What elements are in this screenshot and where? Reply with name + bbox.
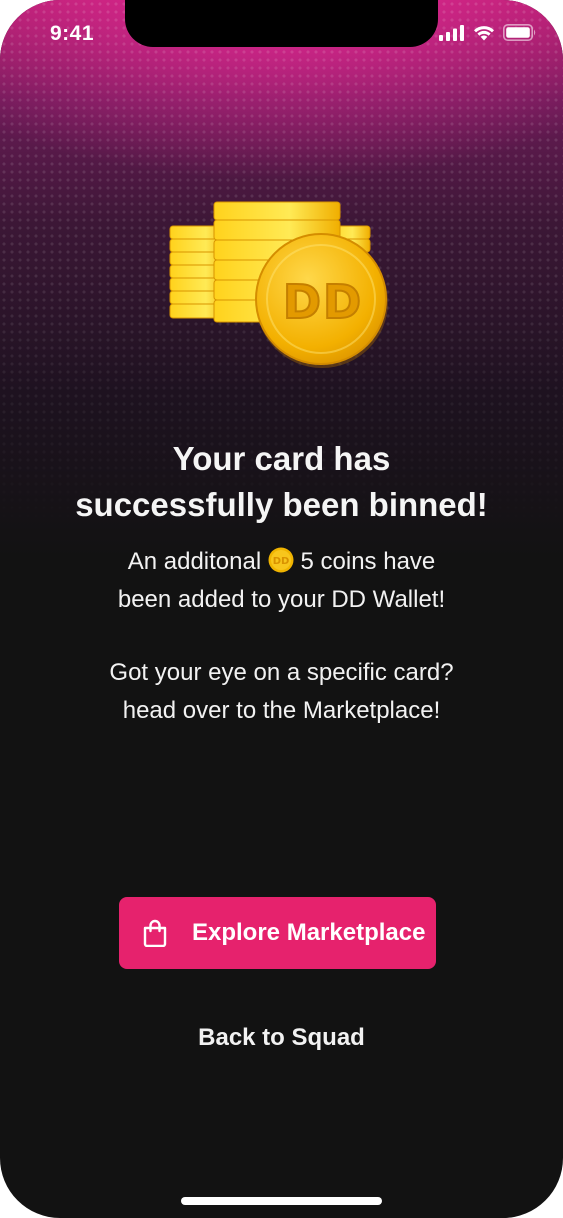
marketplace-message-line-1: Got your eye on a specific card? (109, 659, 454, 686)
wifi-icon (474, 26, 494, 41)
status-time: 9:41 (50, 22, 95, 45)
coins-message-line-1: An additonal DD 5 coins have (30, 543, 533, 581)
coin-label: DD (283, 275, 363, 329)
device-notch (125, 0, 438, 47)
cellular-signal-icon (439, 24, 464, 41)
coins-message-suffix: 5 coins have (300, 548, 436, 575)
explore-marketplace-label: Explore Marketplace (192, 919, 426, 946)
status-icons (439, 24, 537, 41)
marketplace-message: Got your eye on a specific card? head ov… (30, 654, 533, 730)
shopping-bag-icon (143, 919, 167, 947)
coins-message-line-2: been added to your DD Wallet! (117, 586, 446, 613)
page-title: Your card has successfully been binned! (20, 436, 543, 528)
coins-message: An additonal DD 5 coins have been added … (30, 543, 533, 619)
coins-message-prefix: An additonal (127, 548, 262, 575)
svg-text:DD: DD (273, 556, 290, 567)
dd-coin-icon: DD (268, 547, 294, 573)
battery-icon (503, 24, 536, 41)
back-to-squad-link[interactable]: Back to Squad (0, 1024, 563, 1052)
marketplace-message-line-2: head over to the Marketplace! (122, 697, 441, 724)
phone-screen: 9:41 DD Your card has successfully been … (0, 0, 563, 1218)
title-line-1: Your card has (172, 440, 391, 477)
home-indicator[interactable] (181, 1197, 382, 1205)
explore-marketplace-button[interactable]: Explore Marketplace (119, 897, 436, 969)
title-line-2: successfully been binned! (75, 486, 488, 523)
coin-stack-icon: DD (169, 201, 388, 368)
